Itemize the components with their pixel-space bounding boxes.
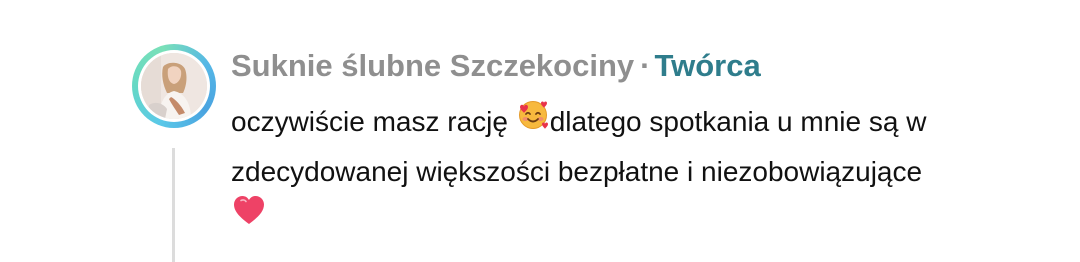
avatar[interactable] [132, 44, 216, 128]
comment-header: Suknie ślubne Szczekociny · Twórca [231, 46, 761, 86]
separator-dot: · [640, 48, 651, 83]
smiling-face-with-hearts-icon [516, 97, 550, 145]
thread-line [172, 148, 175, 262]
author-name[interactable]: Suknie ślubne Szczekociny [231, 48, 634, 83]
avatar-ring-gap [138, 50, 210, 122]
avatar-photo [141, 53, 207, 119]
comment-text-part1: oczywiście masz rację [231, 106, 516, 137]
comment-text: oczywiście masz rację dlatego spotkania … [231, 98, 1061, 244]
comment: Suknie ślubne Szczekociny · Twórca oczywiś… [0, 0, 1080, 262]
avatar-photo-illustration [141, 53, 207, 119]
red-heart-icon [231, 193, 267, 241]
creator-badge: Twórca [654, 48, 761, 83]
